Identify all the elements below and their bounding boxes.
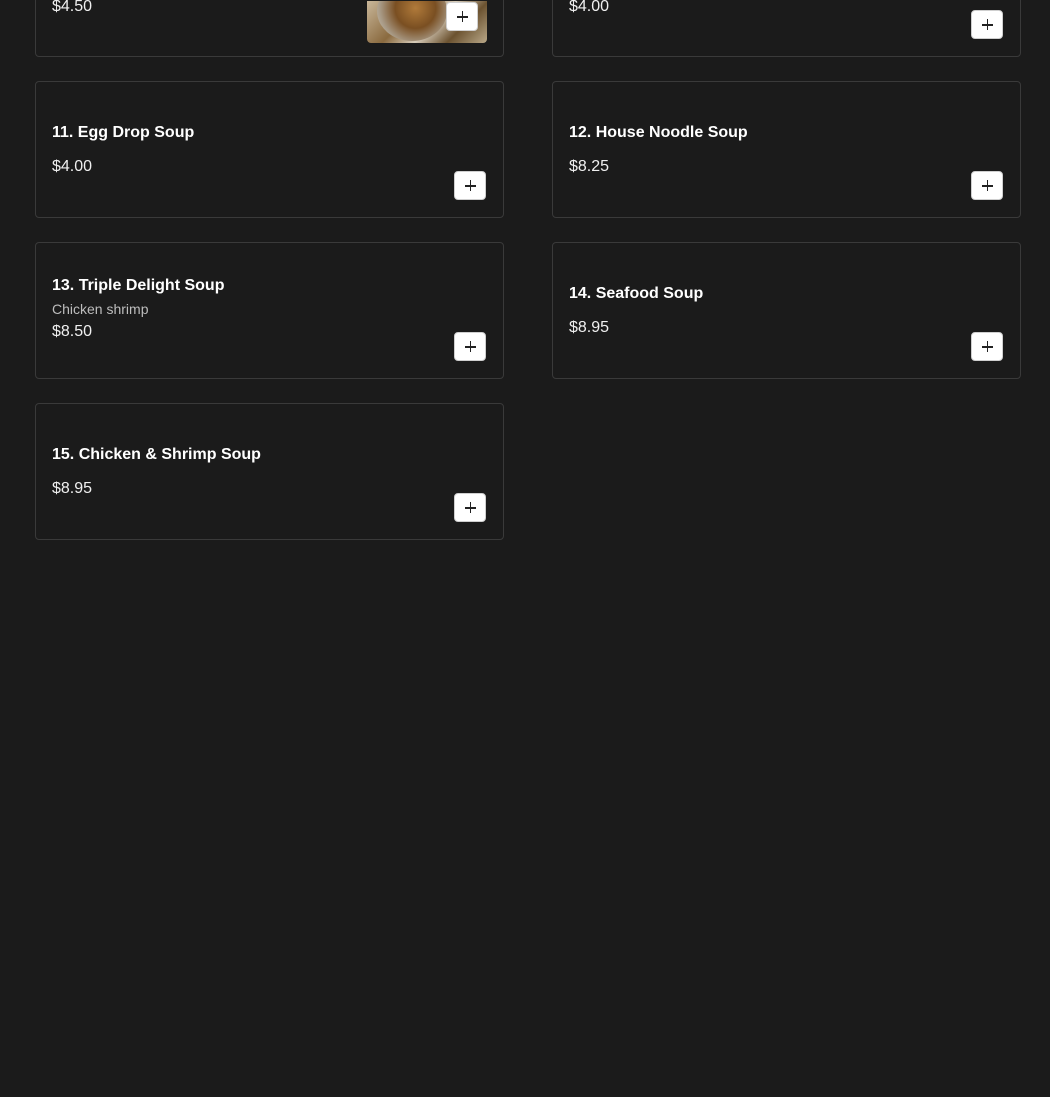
plus-icon (464, 502, 476, 513)
add-item-button[interactable] (971, 171, 1003, 200)
plus-icon (981, 341, 993, 352)
plus-icon (981, 19, 993, 30)
item-price: $4.00 (52, 158, 93, 175)
menu-items-grid: $4.50 $4.00 11. Egg Drop Soup $4.00 12. … (0, 0, 1050, 1097)
menu-item-card[interactable]: 13. Triple Delight Soup Chicken shrimp $… (35, 242, 504, 379)
menu-item-card[interactable]: 11. Egg Drop Soup $4.00 (35, 81, 504, 218)
add-item-button[interactable] (446, 2, 478, 31)
menu-item-card[interactable]: 15. Chicken & Shrimp Soup $8.95 (35, 403, 504, 540)
menu-item-card[interactable]: $4.50 (35, 0, 504, 57)
item-price: $4.00 (569, 0, 610, 15)
item-price: $8.95 (52, 480, 93, 497)
item-price: $8.50 (52, 323, 93, 340)
item-price: $8.25 (569, 158, 610, 175)
item-title: 15. Chicken & Shrimp Soup (52, 446, 261, 463)
item-title: 11. Egg Drop Soup (52, 124, 195, 141)
item-title: 13. Triple Delight Soup (52, 277, 225, 294)
item-price: $4.50 (52, 0, 93, 15)
item-price: $8.95 (569, 319, 610, 336)
item-description: Chicken shrimp (52, 301, 149, 317)
menu-item-card[interactable]: 14. Seafood Soup $8.95 (552, 242, 1021, 379)
item-title: 12. House Noodle Soup (569, 124, 748, 141)
add-item-button[interactable] (971, 10, 1003, 39)
add-item-button[interactable] (454, 493, 486, 522)
menu-item-card[interactable]: $4.00 (552, 0, 1021, 57)
plus-icon (464, 341, 476, 352)
menu-item-card[interactable]: 12. House Noodle Soup $8.25 (552, 81, 1021, 218)
add-item-button[interactable] (454, 332, 486, 361)
add-item-button[interactable] (454, 171, 486, 200)
plus-icon (456, 11, 468, 22)
plus-icon (981, 180, 993, 191)
add-item-button[interactable] (971, 332, 1003, 361)
item-title: 14. Seafood Soup (569, 285, 704, 302)
plus-icon (464, 180, 476, 191)
